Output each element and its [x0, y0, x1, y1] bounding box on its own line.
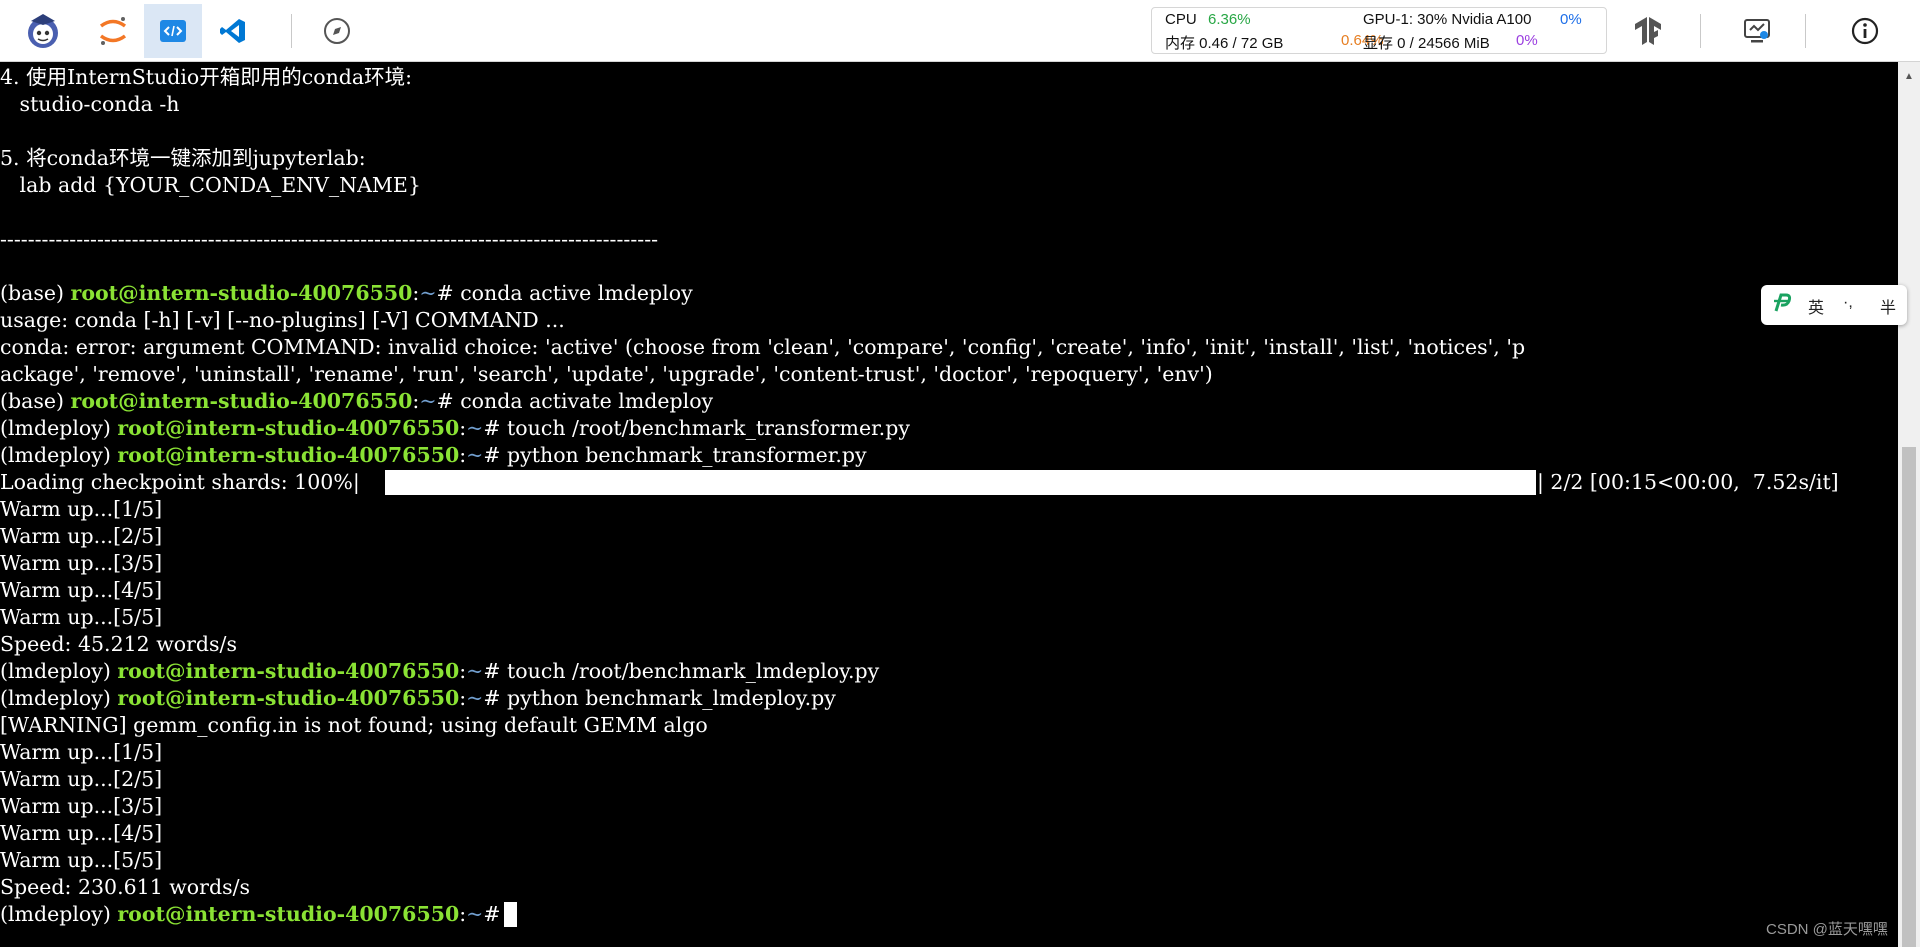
prompt-line: (lmdeploy) root@intern-studio-40076550:~… — [0, 685, 836, 712]
output-line: Warm up...[3/5] — [0, 551, 163, 575]
prompt-env: (base) — [0, 389, 71, 413]
prompt-cwd: ~ — [466, 416, 484, 440]
vram-value: 0% — [1516, 32, 1538, 49]
cpu-value: 6.36% — [1208, 11, 1251, 28]
output-line: Warm up...[2/5] — [0, 767, 163, 791]
info-icon[interactable] — [1836, 4, 1894, 58]
prompt-user-host: root@intern-studio-40076550 — [117, 902, 460, 926]
prompt-command: # conda activate lmdeploy — [436, 389, 714, 413]
scroll-up-arrow-icon[interactable]: ▲ — [1903, 70, 1915, 82]
output-line: Warm up...[4/5] — [0, 578, 163, 602]
prompt-command: # python benchmark_transformer.py — [483, 443, 867, 467]
output-line: ackage', 'remove', 'uninstall', 'rename'… — [0, 362, 1213, 386]
prompt-command: # conda active lmdeploy — [436, 281, 693, 305]
gpu-label: GPU-1: 30% Nvidia A100 — [1363, 11, 1532, 28]
output-line: Warm up...[3/5] — [0, 794, 163, 818]
prompt-line: (lmdeploy) root@intern-studio-40076550:~… — [0, 442, 867, 469]
top-toolbar: CPU 6.36% 内存 0.46 / 72 GB 0.64% GPU-1: 3… — [0, 0, 1920, 62]
prompt-line: (lmdeploy) root@intern-studio-40076550:~… — [0, 901, 507, 928]
progress-stats: | 2/2 [00:15<00:00, 7.52s/it] — [1537, 470, 1839, 494]
output-line: Speed: 230.611 words/s — [0, 875, 251, 899]
code-editor-icon[interactable] — [144, 4, 202, 58]
prompt-user-host: root@intern-studio-40076550 — [117, 443, 460, 467]
vram-label: 显存 0 / 24566 MiB — [1363, 35, 1490, 52]
prompt-line: (base) root@intern-studio-40076550:~# co… — [0, 280, 693, 307]
output-line: ----------------------------------------… — [0, 227, 659, 251]
prompt-command: # touch /root/benchmark_lmdeploy.py — [483, 659, 880, 683]
ime-width-mode[interactable]: 半 — [1880, 294, 1896, 318]
output-line: 4. 使用InternStudio开箱即用的conda环境: — [0, 65, 413, 89]
prompt-cwd: ~ — [419, 389, 437, 413]
ime-status-bar[interactable]: 英 ·, 半 — [1761, 285, 1907, 325]
prompt-env: (base) — [0, 281, 71, 305]
output-line: [WARNING] gemm_config.in is not found; u… — [0, 713, 708, 737]
prompt-user-host: root@intern-studio-40076550 — [117, 659, 460, 683]
csdn-watermark: CSDN @蓝天嘿嘿 — [1766, 921, 1888, 938]
prompt-line: (lmdeploy) root@intern-studio-40076550:~… — [0, 658, 879, 685]
output-line: Warm up...[5/5] — [0, 605, 163, 629]
memory-label: 内存 0.46 / 72 GB — [1165, 35, 1284, 52]
output-line: studio-conda -h — [0, 92, 180, 116]
output-line: Warm up...[1/5] — [0, 740, 163, 764]
progress-line: Loading checkpoint shards: 100%| | 2/2 [0… — [0, 469, 1839, 496]
toolbar-divider-right — [1700, 14, 1701, 48]
ime-logo-icon — [1772, 291, 1792, 320]
resource-monitor: CPU 6.36% 内存 0.46 / 72 GB 0.64% GPU-1: 3… — [1151, 7, 1607, 54]
prompt-cwd: ~ — [466, 443, 484, 467]
tensorboard-icon[interactable] — [1619, 4, 1677, 58]
gpu-value: 0% — [1560, 11, 1582, 28]
prompt-env: (lmdeploy) — [0, 902, 118, 926]
jupyter-icon[interactable] — [84, 4, 142, 58]
prompt-command: # touch /root/benchmark_transformer.py — [483, 416, 910, 440]
prompt-env: (lmdeploy) — [0, 416, 118, 440]
prompt-user-host: root@intern-studio-40076550 — [70, 281, 413, 305]
compass-icon[interactable] — [308, 4, 366, 58]
terminal-scrollbar[interactable]: ▲ — [1898, 62, 1920, 947]
vscode-icon[interactable] — [204, 4, 262, 58]
checkpoint-progress-bar — [385, 470, 1536, 495]
prompt-cwd: ~ — [419, 281, 437, 305]
ime-punctuation-mode[interactable]: ·, — [1843, 294, 1853, 312]
output-line: lab add {YOUR_CONDA_ENV_NAME} — [0, 173, 421, 197]
terminal-cursor — [504, 902, 517, 927]
output-line: usage: conda [-h] [-v] [--no-plugins] [-… — [0, 308, 565, 332]
output-line: conda: error: argument COMMAND: invalid … — [0, 335, 1526, 359]
output-line: 5. 将conda环境一键添加到jupyterlab: — [0, 146, 366, 170]
intern-logo-icon[interactable] — [14, 4, 72, 58]
cpu-label: CPU — [1165, 11, 1197, 28]
output-line: Warm up...[5/5] — [0, 848, 163, 872]
prompt-user-host: root@intern-studio-40076550 — [117, 416, 460, 440]
prompt-user-host: root@intern-studio-40076550 — [117, 686, 460, 710]
output-line: Speed: 45.212 words/s — [0, 632, 237, 656]
prompt-user-host: root@intern-studio-40076550 — [70, 389, 413, 413]
prompt-line: (lmdeploy) root@intern-studio-40076550:~… — [0, 415, 910, 442]
remote-desktop-icon[interactable] — [1728, 4, 1786, 58]
ime-language-mode[interactable]: 英 — [1808, 294, 1824, 318]
scrollbar-thumb[interactable] — [1902, 447, 1916, 947]
toolbar-divider-right-2 — [1805, 14, 1806, 48]
prompt-cwd: ~ — [466, 659, 484, 683]
prompt-cwd: ~ — [466, 902, 484, 926]
prompt-env: (lmdeploy) — [0, 686, 118, 710]
prompt-command: # python benchmark_lmdeploy.py — [483, 686, 836, 710]
progress-label: Loading checkpoint shards: 100%| — [0, 470, 360, 494]
prompt-cwd: ~ — [466, 686, 484, 710]
output-line: Warm up...[2/5] — [0, 524, 163, 548]
toolbar-divider — [291, 14, 292, 48]
prompt-line: (base) root@intern-studio-40076550:~# co… — [0, 388, 713, 415]
prompt-env: (lmdeploy) — [0, 443, 118, 467]
output-line: Warm up...[4/5] — [0, 821, 163, 845]
prompt-env: (lmdeploy) — [0, 659, 118, 683]
output-line: Warm up...[1/5] — [0, 497, 163, 521]
terminal-output[interactable]: 4. 使用InternStudio开箱即用的conda环境: studio-co… — [0, 62, 1898, 947]
